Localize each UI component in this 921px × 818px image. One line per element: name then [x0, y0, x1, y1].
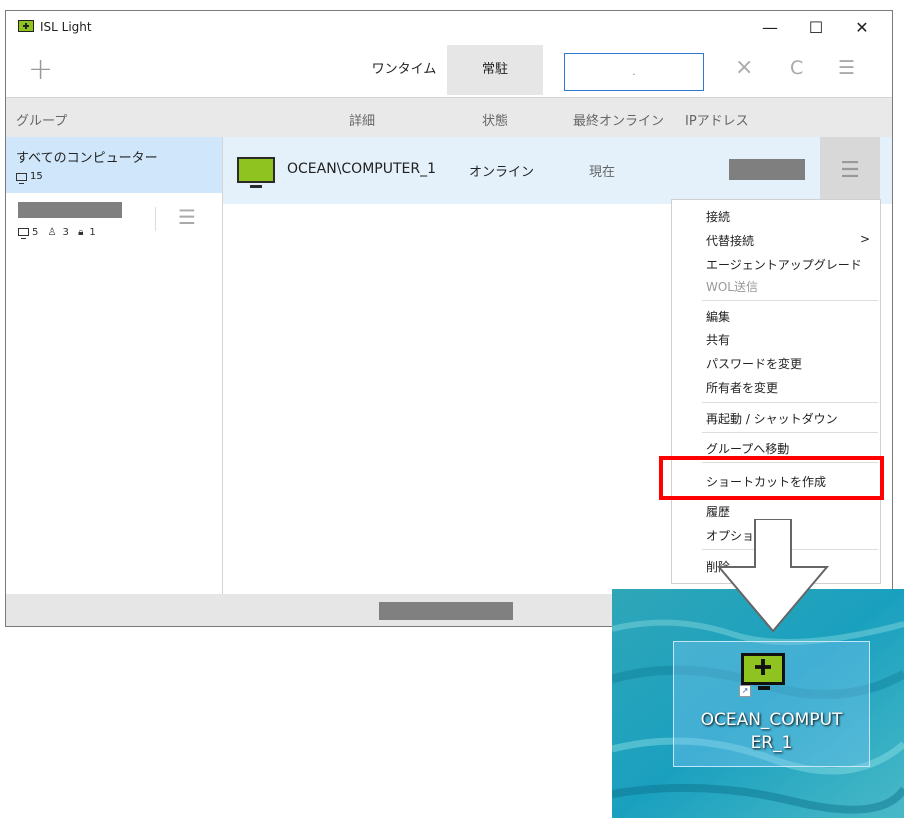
shortcut-arrow-icon: ↗: [739, 685, 751, 697]
menu-separator: [702, 432, 878, 433]
close-button[interactable]: ✕: [839, 11, 885, 45]
group-computer-count: 5: [32, 227, 39, 238]
menu-separator: [702, 300, 878, 301]
computer-icon: [16, 173, 27, 184]
column-header: グループ 詳細 状態 最終オンライン IPアドレス: [6, 97, 892, 138]
menu-share[interactable]: 共有: [706, 331, 730, 348]
group-sidebar: すべてのコンピューター 15 ☰ 5 ♙ 3 🔒︎ 1: [6, 137, 223, 594]
computer-status: オンライン: [469, 165, 535, 180]
group-name-redacted[interactable]: [18, 202, 122, 218]
divider: [155, 207, 156, 231]
group-menu-icon[interactable]: ☰: [178, 207, 196, 227]
column-detail[interactable]: 詳細: [349, 110, 375, 129]
menu-connect[interactable]: 接続: [706, 208, 730, 225]
title-bar: ISL Light — ☐ ✕: [6, 11, 892, 45]
column-status[interactable]: 状態: [482, 110, 508, 129]
menu-agent-upgrade[interactable]: エージェントアップグレード: [706, 256, 862, 273]
table-row[interactable]: OCEAN\COMPUTER_1 オンライン 現在 ☰: [223, 137, 892, 204]
status-redacted: [379, 602, 513, 620]
computer-name: OCEAN\COMPUTER_1: [287, 161, 437, 177]
menu-restart-shutdown[interactable]: 再起動 / シャットダウン: [706, 410, 838, 427]
tab-resident[interactable]: 常駐: [447, 45, 543, 95]
down-arrow-icon: [716, 519, 830, 633]
row-menu-icon[interactable]: ☰: [820, 137, 880, 204]
menu-alt-connect[interactable]: 代替接続: [706, 232, 754, 249]
ip-redacted: [729, 159, 805, 180]
isl-light-app-icon: [18, 20, 34, 32]
user-icon: ♙: [47, 227, 57, 238]
lock-icon: 🔒︎: [78, 227, 84, 238]
menu-icon[interactable]: ☰: [838, 57, 855, 79]
window-title: ISL Light: [40, 20, 92, 34]
menu-wol[interactable]: WOL送信: [706, 278, 758, 295]
search-input[interactable]: .: [564, 53, 704, 91]
computer-last-online: 現在: [589, 165, 616, 180]
column-group[interactable]: グループ: [16, 110, 67, 129]
menu-history[interactable]: 履歴: [706, 503, 730, 520]
chevron-right-icon: >: [859, 232, 870, 246]
column-last-online[interactable]: 最終オンライン: [573, 110, 664, 129]
shortcut-label[interactable]: OCEAN_COMPUT ER_1: [673, 709, 870, 755]
group-all-computers[interactable]: すべてのコンピューター 15: [6, 137, 222, 193]
minimize-button[interactable]: —: [747, 11, 793, 45]
group-stats: 5 ♙ 3 🔒︎ 1: [18, 227, 102, 239]
desktop-monitor-icon[interactable]: [741, 653, 785, 690]
group-user-count: 3: [62, 227, 69, 238]
refresh-icon[interactable]: C: [790, 57, 803, 79]
column-ip[interactable]: IPアドレス: [685, 110, 749, 129]
maximize-button[interactable]: ☐: [793, 11, 839, 45]
group-all-label: すべてのコンピューター: [16, 151, 158, 166]
highlight-box: [659, 456, 884, 500]
menu-change-owner[interactable]: 所有者を変更: [706, 379, 778, 396]
group-lock-count: 1: [89, 227, 96, 238]
menu-change-password[interactable]: パスワードを変更: [706, 355, 802, 372]
menu-move-group[interactable]: グループへ移動: [706, 440, 789, 457]
monitor-icon: [237, 157, 275, 188]
menu-separator: [702, 402, 878, 403]
menu-edit[interactable]: 編集: [706, 308, 730, 325]
clear-icon[interactable]: ×: [735, 55, 753, 80]
add-icon[interactable]: +: [28, 55, 53, 85]
tab-onetime[interactable]: ワンタイム: [361, 45, 447, 95]
toolbar: + ワンタイム 常駐 . × C ☰: [6, 45, 892, 97]
group-all-count: 15: [30, 171, 43, 182]
computer-icon: [18, 228, 29, 239]
